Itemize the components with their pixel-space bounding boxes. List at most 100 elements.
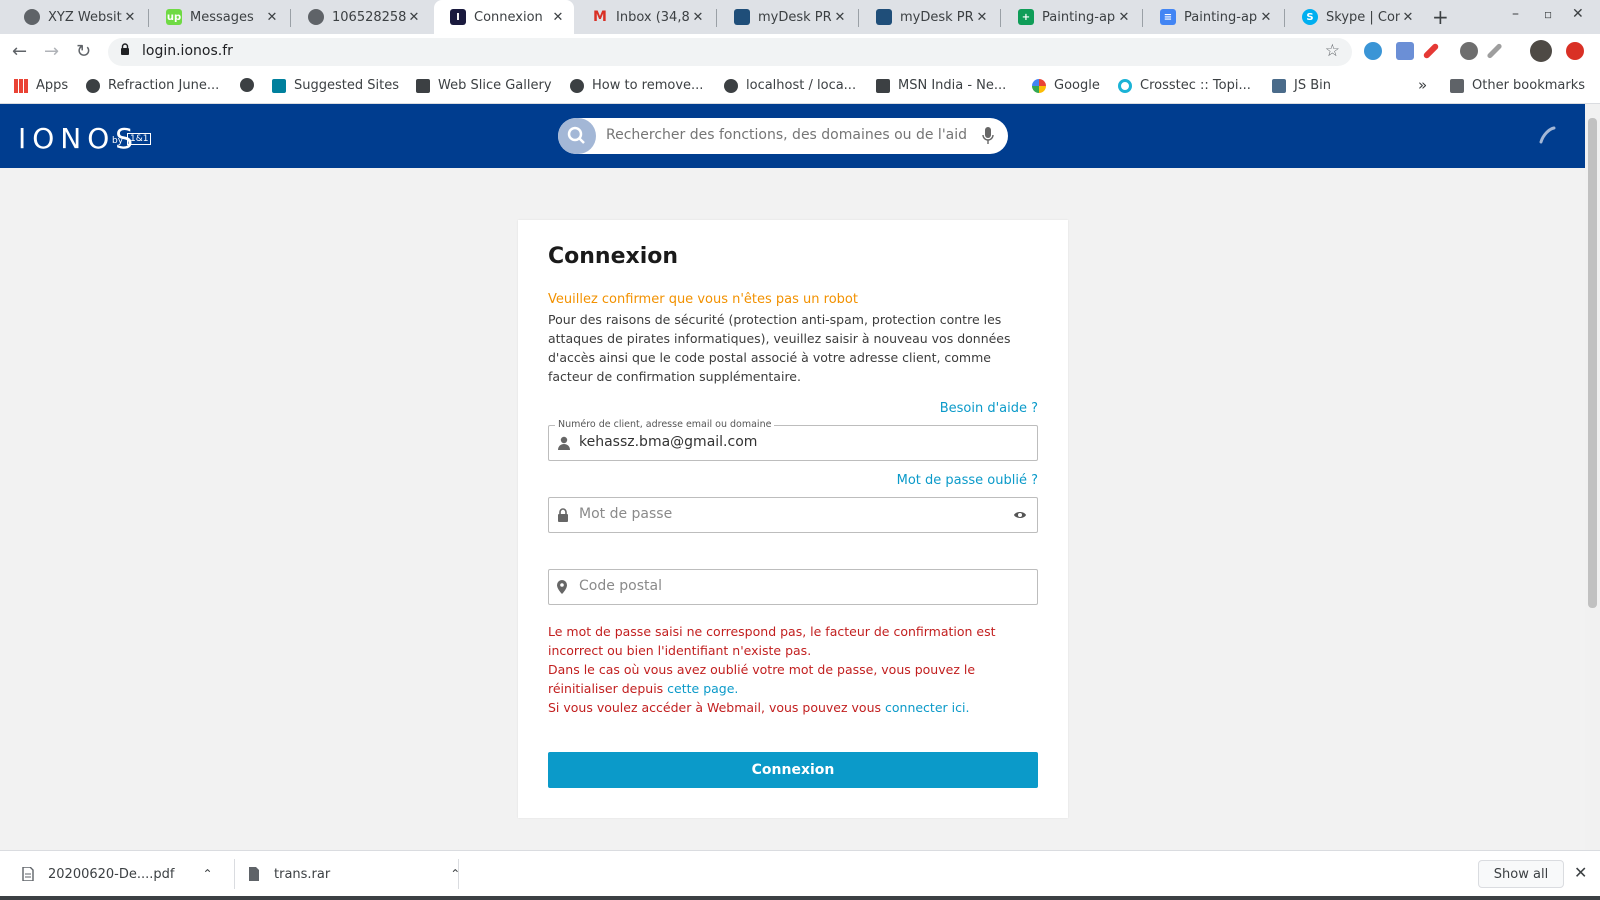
close-icon[interactable]: ✕ bbox=[1116, 10, 1132, 25]
other-bookmarks[interactable]: Other bookmarks bbox=[1450, 78, 1585, 93]
page-scrollbar[interactable] bbox=[1585, 104, 1600, 850]
tab-106528258[interactable]: 106528258 ✕ bbox=[292, 0, 430, 34]
browser-toolbar: ← → ↻ login.ionos.fr ☆ bbox=[0, 34, 1600, 70]
help-link[interactable]: Besoin d'aide ? bbox=[940, 401, 1038, 416]
login-submit-button[interactable]: Connexion bbox=[548, 752, 1038, 788]
tab-divider bbox=[1142, 9, 1143, 27]
tab-divider bbox=[716, 9, 717, 27]
postal-code-field[interactable] bbox=[548, 569, 1038, 605]
forward-button[interactable]: → bbox=[44, 41, 59, 62]
site-header: IONOS by 1&1 bbox=[0, 104, 1585, 168]
bookmark-google[interactable]: Google bbox=[1032, 78, 1100, 93]
close-download-shelf-icon[interactable]: ✕ bbox=[1574, 863, 1587, 882]
bookmark-web-slice[interactable]: Web Slice Gallery bbox=[416, 78, 552, 93]
pen-extension-icon[interactable] bbox=[1422, 42, 1440, 60]
globe-icon bbox=[240, 78, 254, 92]
jsbin-icon bbox=[1272, 78, 1286, 93]
bookmark-label: How to remove... bbox=[592, 78, 704, 93]
tab-inbox[interactable]: M Inbox (34,8 ✕ bbox=[576, 0, 714, 34]
bookmark-how-to-remove[interactable]: How to remove... bbox=[570, 78, 703, 93]
phone-icon[interactable] bbox=[1536, 124, 1558, 146]
tab-mydesk-2[interactable]: myDesk PR ✕ bbox=[860, 0, 998, 34]
location-pin-icon bbox=[557, 580, 567, 594]
bookmark-apps[interactable]: Apps bbox=[14, 78, 68, 93]
tab-mydesk-1[interactable]: myDesk PR ✕ bbox=[718, 0, 856, 34]
webmail-login-link[interactable]: connecter ici. bbox=[885, 700, 969, 715]
close-icon[interactable]: ✕ bbox=[122, 10, 138, 25]
forgot-password-link[interactable]: Mot de passe oublié ? bbox=[897, 473, 1038, 488]
scrollbar-thumb[interactable] bbox=[1588, 118, 1597, 608]
profile-avatar[interactable] bbox=[1530, 40, 1552, 62]
tab-painting-sheets[interactable]: + Painting-ap ✕ bbox=[1002, 0, 1140, 34]
extension-icon[interactable] bbox=[1364, 42, 1382, 60]
bookmark-msn[interactable]: MSN India - Ne... bbox=[876, 78, 1006, 93]
email-input[interactable] bbox=[579, 434, 999, 450]
wordpress-extension-icon[interactable] bbox=[1460, 42, 1478, 60]
close-icon[interactable]: ✕ bbox=[974, 10, 990, 25]
bookmark-jsbin[interactable]: JS Bin bbox=[1272, 78, 1331, 93]
address-bar[interactable]: login.ionos.fr ☆ bbox=[108, 38, 1352, 66]
close-icon[interactable]: ✕ bbox=[1258, 10, 1274, 25]
bookmark-label: JS Bin bbox=[1294, 78, 1331, 93]
mydesk-icon bbox=[876, 9, 892, 25]
minimize-window-button[interactable]: – bbox=[1512, 6, 1519, 22]
docs-icon: ≡ bbox=[1160, 9, 1176, 25]
bookmark-label: MSN India - Ne... bbox=[898, 78, 1007, 93]
tab-skype[interactable]: S Skype | Con ✕ bbox=[1286, 0, 1424, 34]
reload-button[interactable]: ↻ bbox=[76, 41, 91, 62]
close-icon[interactable]: ✕ bbox=[832, 10, 848, 25]
bookmark-star-icon[interactable]: ☆ bbox=[1325, 41, 1340, 61]
bookmark-label: Google bbox=[1054, 78, 1100, 93]
search-input[interactable] bbox=[606, 127, 966, 143]
bookmark-crosstec[interactable]: Crosstec :: Topi... bbox=[1118, 78, 1251, 93]
tab-connexion[interactable]: I Connexion ✕ bbox=[434, 0, 574, 34]
download-shelf: 20200620-De....pdf ⌃ trans.rar ⌃ Show al… bbox=[0, 850, 1600, 896]
error-line-2: Dans le cas où vous avez oublié votre mo… bbox=[548, 660, 1038, 698]
bookmarks-overflow-button[interactable]: » bbox=[1418, 76, 1427, 94]
update-icon[interactable] bbox=[1566, 42, 1584, 60]
search-icon[interactable] bbox=[558, 118, 596, 154]
download-item-rar[interactable]: trans.rar ⌃ bbox=[248, 851, 460, 897]
download-filename: trans.rar bbox=[274, 866, 331, 882]
folder-icon bbox=[1450, 78, 1464, 93]
back-button[interactable]: ← bbox=[12, 41, 27, 62]
chevron-up-icon[interactable]: ⌃ bbox=[202, 867, 212, 881]
tab-title: Inbox (34,8 bbox=[616, 9, 690, 25]
globe-icon bbox=[308, 9, 324, 25]
bing-icon bbox=[272, 78, 286, 93]
close-icon[interactable]: ✕ bbox=[550, 10, 566, 25]
bookmark-refraction[interactable]: Refraction June... bbox=[86, 78, 219, 93]
translate-extension-icon[interactable] bbox=[1396, 42, 1414, 60]
close-icon[interactable]: ✕ bbox=[406, 10, 422, 25]
tab-xyz-website[interactable]: XYZ Website ✕ bbox=[8, 0, 146, 34]
bookmark-globe[interactable] bbox=[240, 78, 262, 92]
new-tab-button[interactable]: + bbox=[1432, 5, 1449, 29]
microphone-icon[interactable] bbox=[982, 126, 994, 146]
email-field[interactable]: Numéro de client, adresse email ou domai… bbox=[548, 419, 1038, 461]
eyedropper-extension-icon[interactable] bbox=[1486, 42, 1503, 60]
msn-icon bbox=[876, 78, 890, 93]
tab-messages[interactable]: up Messages ✕ bbox=[150, 0, 288, 34]
download-item-pdf[interactable]: 20200620-De....pdf ⌃ bbox=[22, 851, 213, 897]
tab-title: myDesk PR bbox=[758, 9, 832, 25]
close-icon[interactable]: ✕ bbox=[1400, 10, 1416, 25]
error-line-2-text: Dans le cas où vous avez oublié votre mo… bbox=[548, 662, 976, 696]
show-password-eye-icon[interactable] bbox=[1013, 510, 1027, 520]
bookmark-localhost[interactable]: localhost / loca... bbox=[724, 78, 856, 93]
google-icon bbox=[1032, 78, 1046, 93]
tab-painting-docs[interactable]: ≡ Painting-ap ✕ bbox=[1144, 0, 1282, 34]
maximize-window-button[interactable]: ◽ bbox=[1544, 8, 1552, 21]
close-icon[interactable]: ✕ bbox=[264, 10, 280, 25]
show-all-downloads-button[interactable]: Show all bbox=[1478, 860, 1564, 888]
tab-title: 106528258 bbox=[332, 9, 406, 25]
pdf-file-icon bbox=[22, 867, 34, 881]
page-title: Connexion bbox=[548, 244, 679, 269]
bookmark-suggested-sites[interactable]: Suggested Sites bbox=[272, 78, 399, 93]
postal-code-input[interactable] bbox=[579, 578, 999, 594]
reset-password-link[interactable]: cette page. bbox=[667, 681, 738, 696]
close-icon[interactable]: ✕ bbox=[690, 10, 706, 25]
close-window-button[interactable]: ✕ bbox=[1572, 6, 1584, 22]
password-input[interactable] bbox=[579, 506, 999, 522]
skype-icon: S bbox=[1302, 9, 1318, 25]
password-field[interactable] bbox=[548, 497, 1038, 533]
